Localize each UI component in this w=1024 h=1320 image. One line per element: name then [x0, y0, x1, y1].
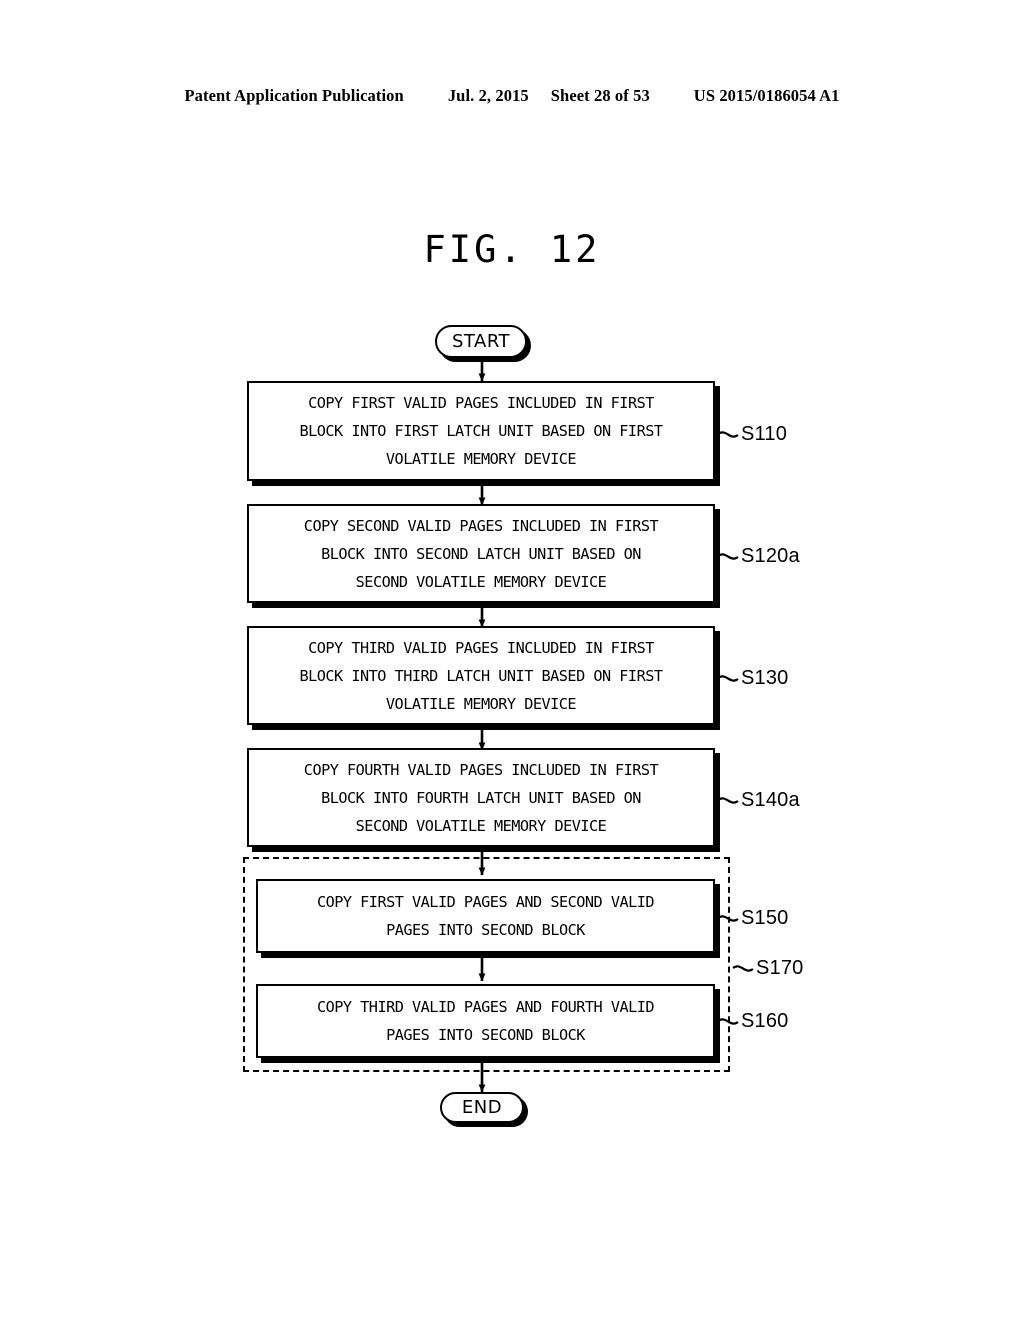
- start-node[interactable]: START: [435, 325, 527, 358]
- process-box-line: SECOND VOLATILE MEMORY DEVICE: [355, 572, 607, 591]
- process-box-s150[interactable]: COPY FIRST VALID PAGES AND SECOND VALID …: [256, 879, 715, 953]
- process-box-line: PAGES INTO SECOND BLOCK: [386, 1026, 585, 1044]
- process-box-line: COPY FIRST VALID PAGES AND SECOND VALID: [316, 893, 655, 911]
- process-box-line: BLOCK INTO SECOND LATCH UNIT BASED ON: [321, 544, 641, 563]
- step-label-s110: S110: [741, 423, 788, 445]
- process-box-line: COPY THIRD VALID PAGES AND FOURTH VALID: [316, 998, 655, 1016]
- end-node[interactable]: END: [440, 1092, 524, 1123]
- process-box-line: COPY THIRD VALID PAGES INCLUDED IN FIRST: [308, 638, 654, 657]
- process-box-s130[interactable]: COPY THIRD VALID PAGES INCLUDED IN FIRST…: [247, 626, 715, 725]
- process-box-s120a[interactable]: COPY SECOND VALID PAGES INCLUDED IN FIRS…: [247, 504, 715, 603]
- step-label-s160: S160: [741, 1010, 789, 1032]
- process-box-line: COPY SECOND VALID PAGES INCLUDED IN FIRS…: [303, 516, 659, 535]
- step-label-s150: S150: [741, 907, 789, 929]
- process-box-line: VOLATILE MEMORY DEVICE: [385, 694, 577, 713]
- process-box-s140a[interactable]: COPY FOURTH VALID PAGES INCLUDED IN FIRS…: [247, 748, 715, 847]
- start-node-label: START: [451, 331, 511, 352]
- leader-line-s140a: [717, 797, 739, 804]
- process-box-line: COPY FIRST VALID PAGES INCLUDED IN FIRST: [308, 394, 654, 412]
- leader-line-s110: [717, 431, 739, 438]
- leader-line-s120a: [717, 553, 739, 560]
- leader-line-s130: [717, 675, 739, 682]
- step-label-s120a: S120a: [741, 545, 800, 567]
- process-box-line: SECOND VOLATILE MEMORY DEVICE: [355, 816, 607, 835]
- process-box-line: BLOCK INTO THIRD LATCH UNIT BASED ON FIR…: [299, 666, 663, 685]
- step-label-s170: S170: [756, 957, 804, 979]
- leader-line-s170: [732, 965, 754, 972]
- process-box-line: BLOCK INTO FIRST LATCH UNIT BASED ON FIR…: [299, 422, 663, 440]
- end-node-label: END: [461, 1097, 503, 1118]
- process-box-s160[interactable]: COPY THIRD VALID PAGES AND FOURTH VALID …: [256, 984, 715, 1058]
- step-label-s130: S130: [741, 667, 789, 689]
- process-box-line: PAGES INTO SECOND BLOCK: [386, 921, 585, 939]
- process-box-line: VOLATILE MEMORY DEVICE: [385, 450, 577, 468]
- process-box-s110[interactable]: COPY FIRST VALID PAGES INCLUDED IN FIRST…: [247, 381, 715, 481]
- process-box-line: BLOCK INTO FOURTH LATCH UNIT BASED ON: [321, 788, 641, 807]
- process-box-line: COPY FOURTH VALID PAGES INCLUDED IN FIRS…: [303, 760, 659, 779]
- step-label-s140a: S140a: [741, 789, 800, 811]
